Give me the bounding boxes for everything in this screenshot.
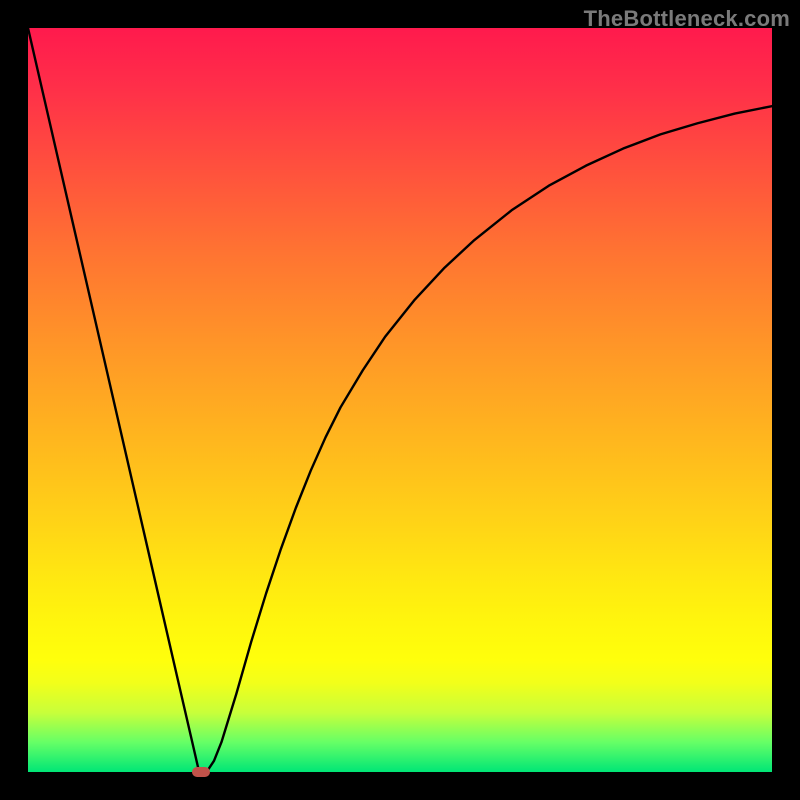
chart-frame: TheBottleneck.com <box>0 0 800 800</box>
bottleneck-curve <box>28 28 772 772</box>
plot-area <box>28 28 772 772</box>
optimum-marker <box>192 767 210 777</box>
